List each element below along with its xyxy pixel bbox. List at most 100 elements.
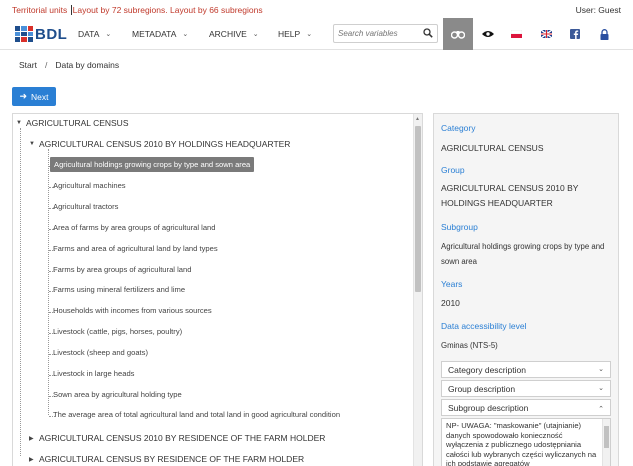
tree-leaf-label: Farms and area of agricultural land by l… [53,244,218,253]
next-button[interactable]: ➜ Next [12,87,56,106]
search-icon[interactable] [423,28,433,38]
chevron-down-icon: ⌄ [598,366,604,373]
years-label: Years [441,279,463,289]
search-input[interactable] [334,25,420,42]
tree-leaf-label: Area of farms by area groups of agricult… [53,223,216,232]
accordion-label: Category description [448,364,526,375]
menu-help[interactable]: HELP ⌄ [278,18,312,50]
data-access-value: Gminas (NTS-5) [441,341,498,350]
scrollbar-thumb[interactable] [604,426,609,448]
tree-leaf[interactable]: Area of farms by area groups of agricult… [53,223,216,232]
tree-leaf-label: Agricultural machines [53,181,126,190]
tree-leaf[interactable]: Livestock (cattle, pigs, horses, poultry… [53,327,182,336]
bdl-logo[interactable]: BDL [15,24,67,44]
domain-tree: ▼ AGRICULTURAL CENSUS ▼ AGRICULTURAL CEN… [12,113,423,466]
tree-leaf[interactable]: Households with incomes from various sou… [53,306,212,315]
tree-group-holdings-hq[interactable]: ▼ AGRICULTURAL CENSUS 2010 BY HOLDINGS H… [29,139,290,149]
tree-leaf[interactable]: Livestock (sheep and goats) [53,348,148,357]
eye-icon[interactable] [473,18,503,50]
menu-help-label: HELP [278,29,301,39]
polish-flag-icon[interactable] [501,18,531,50]
tree-leaf[interactable]: Agricultural tractors [53,202,118,211]
warning-first: Territorial units [12,5,70,15]
logo-text: BDL [35,25,68,43]
scroll-up-icon[interactable]: ▲ [415,116,420,122]
group-description-toggle[interactable]: Group description ⌄ [441,380,611,397]
chevron-down-icon: ⌄ [105,31,112,38]
text-cursor-icon [70,5,72,15]
tree-leaf[interactable]: Farms by area groups of agricultural lan… [53,265,191,274]
group-value: AGRICULTURAL CENSUS 2010 BY HOLDINGS HEA… [441,183,579,208]
subgroup-value: Agricultural holdings growing crops by t… [441,242,605,266]
data-access-label: Data accessibility level [441,321,527,331]
description-scrollbar[interactable] [602,419,610,466]
menu-archive[interactable]: ARCHIVE ⌄ [209,18,259,50]
tree-leaf-label: Farms using mineral fertilizers and lime [53,285,186,294]
tree-node-root[interactable]: ▼ AGRICULTURAL CENSUS [16,118,129,128]
next-button-label: Next [31,91,49,102]
tree-group-label: AGRICULTURAL CENSUS 2010 BY RESIDENCE OF… [39,433,326,443]
facebook-icon[interactable] [560,18,590,50]
menu-archive-label: ARCHIVE [209,29,247,39]
tree-leaf-label: Sown area by agricultural holding type [53,390,182,399]
expanded-triangle-icon: ▼ [29,141,35,147]
english-flag-icon[interactable] [531,18,561,50]
tree-leaf[interactable]: Livestock in large heads [53,369,134,378]
chevron-down-icon: ⌄ [252,31,259,38]
breadcrumb: Start / Data by domains [19,60,119,70]
chevron-up-icon: ⌃ [598,406,604,413]
tree-leaf[interactable]: Agricultural machines [53,181,126,190]
top-strip: Territorial units Layout by 72 subregion… [0,0,633,18]
territorial-units-warning: Territorial units Layout by 72 subregion… [12,5,263,15]
subgroup-description-text: NP- UWAGA: "maskowanie" (utajnianie) dan… [446,421,597,466]
warning-rest: Layout by 72 subregions. Layout by 66 su… [72,5,263,15]
user-status: User: Guest [575,5,621,15]
tree-leaf[interactable]: Sown area by agricultural holding type [53,390,182,399]
tree-leaf-label: Livestock in large heads [53,369,135,378]
tree-leaf-label: Households with incomes from various sou… [53,306,212,315]
menu-metadata-label: METADATA [132,29,177,39]
tree-leaf-label: The average area of total agricultural l… [53,410,341,419]
tree-leaf-label: Farms by area groups of agricultural lan… [53,265,192,274]
chevron-down-icon: ⌄ [598,385,604,392]
accordion-label: Group description [448,383,516,394]
expanded-triangle-icon: ▼ [16,120,22,126]
tree-node-root-label: AGRICULTURAL CENSUS [26,118,129,128]
tree-leaf-label: Livestock (sheep and goats) [53,348,148,357]
accordion-label: Subgroup description [448,402,529,413]
info-panel: Category AGRICULTURAL CENSUS Group AGRIC… [433,113,619,466]
menu-metadata[interactable]: METADATA ⌄ [132,18,188,50]
tree-scrollbar[interactable]: ▲ [413,114,422,466]
breadcrumb-current: Data by domains [55,60,120,70]
group-label: Group [441,165,465,175]
tree-leaf[interactable]: Farms and area of agricultural land by l… [53,244,218,253]
tree-group-residence[interactable]: ▶ AGRICULTURAL CENSUS BY RESIDENCE OF TH… [29,454,304,464]
tree-leaf-label: Agricultural tractors [53,202,119,211]
menu-data-label: DATA [78,29,100,39]
tree-group-residence-2010[interactable]: ▶ AGRICULTURAL CENSUS 2010 BY RESIDENCE … [29,433,325,443]
navbar: BDL DATA ⌄ METADATA ⌄ ARCHIVE ⌄ HELP ⌄ [0,18,633,50]
subgroup-description-toggle[interactable]: Subgroup description ⌃ [441,399,611,416]
tree-group-label: AGRICULTURAL CENSUS BY RESIDENCE OF THE … [39,454,305,464]
category-label: Category [441,123,476,133]
tree-group-label: AGRICULTURAL CENSUS 2010 BY HOLDINGS HEA… [39,139,291,149]
breadcrumb-start[interactable]: Start [19,60,37,70]
collapsed-triangle-icon: ▶ [29,456,34,463]
subgroup-description-box[interactable]: NP- UWAGA: "maskowanie" (utajnianie) dan… [441,418,611,466]
scrollbar-thumb[interactable] [415,126,421,292]
binoculars-icon[interactable] [443,18,473,50]
tree-leaf-label: Agricultural holdings growing crops by t… [50,157,255,172]
tree-leaf[interactable]: The average area of total agricultural l… [53,410,340,419]
arrow-right-icon: ➜ [19,91,28,101]
category-description-toggle[interactable]: Category description ⌄ [441,361,611,378]
tree-leaf[interactable]: Farms using mineral fertilizers and lime [53,285,185,294]
tree-leaf-selected[interactable]: Agricultural holdings growing crops by t… [50,157,255,172]
breadcrumb-separator: / [44,60,48,70]
menu-data[interactable]: DATA ⌄ [78,18,111,50]
chevron-down-icon: ⌄ [306,31,313,38]
search-box [333,24,438,43]
lock-icon[interactable] [589,18,619,50]
collapsed-triangle-icon: ▶ [29,435,34,442]
logo-grid-icon [15,26,33,42]
category-value: AGRICULTURAL CENSUS [441,143,544,153]
